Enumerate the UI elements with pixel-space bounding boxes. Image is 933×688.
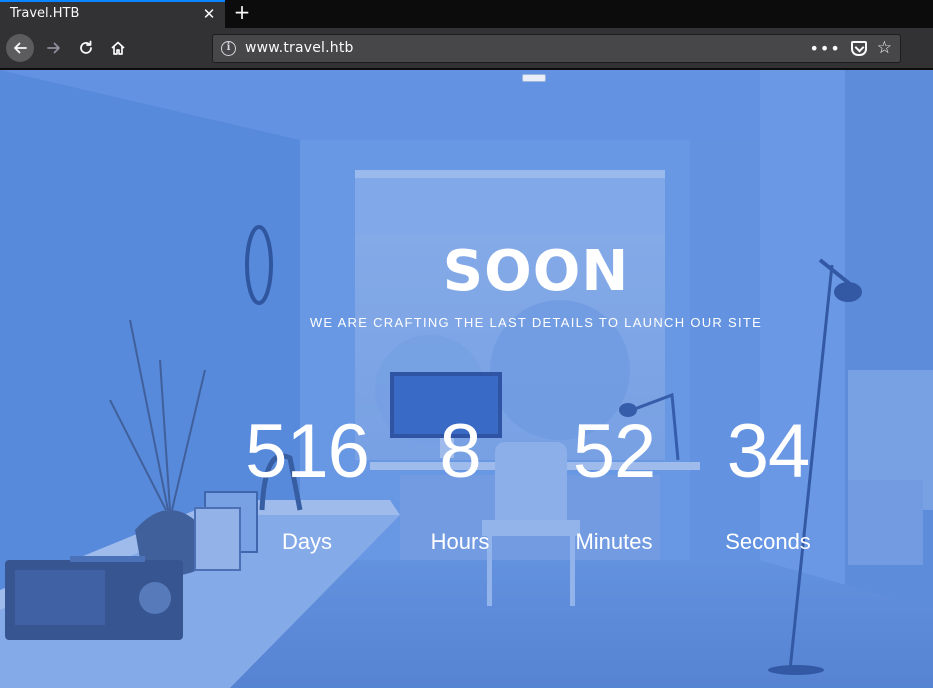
tab-title: Travel.HTB [10,6,80,21]
countdown-hours-label: Hours [430,529,490,554]
forward-arrow-icon [47,42,60,54]
reload-button[interactable] [72,34,100,62]
url-bar[interactable]: i www.travel.htb ••• ☆ [212,34,901,63]
tab-bar: Travel.HTB ✕ + [0,0,933,28]
page-title: SOON [442,239,630,304]
web-page: SOON WE ARE CRAFTING THE LAST DETAILS TO… [0,70,933,688]
countdown-seconds: 34 Seconds [691,408,845,555]
back-button[interactable] [6,34,34,62]
countdown-seconds-label: Seconds [725,529,811,554]
top-handle-icon [522,74,546,82]
navigation-toolbar: i www.travel.htb ••• ☆ [0,28,933,69]
countdown-days: 516 Days [230,408,384,555]
forward-button[interactable] [40,34,68,62]
countdown-seconds-value: 34 [726,409,811,494]
page-subtitle: WE ARE CRAFTING THE LAST DETAILS TO LAUN… [309,315,763,330]
url-text[interactable]: www.travel.htb [245,35,354,62]
countdown-hours: 8 Hours [383,408,537,555]
pocket-icon[interactable] [850,41,867,56]
countdown-days-value: 516 [245,409,370,494]
back-arrow-icon [14,42,27,54]
close-icon[interactable]: ✕ [201,6,217,22]
new-tab-button[interactable]: + [230,0,254,26]
page-actions-icon[interactable]: ••• [809,35,840,62]
home-button[interactable] [104,34,132,62]
blue-overlay [0,70,933,688]
info-icon[interactable]: i [221,41,236,56]
reload-icon [80,40,92,54]
home-icon [111,41,125,55]
countdown-minutes: 52 Minutes [537,408,691,555]
bookmark-star-icon[interactable]: ☆ [877,35,892,62]
countdown-days-label: Days [281,529,333,554]
countdown-hours-value: 8 [439,409,481,494]
url-actions: ••• ☆ [809,35,892,62]
countdown-minutes-label: Minutes [575,529,653,554]
browser-tab[interactable]: Travel.HTB ✕ [0,0,225,28]
countdown-minutes-value: 52 [572,409,657,494]
